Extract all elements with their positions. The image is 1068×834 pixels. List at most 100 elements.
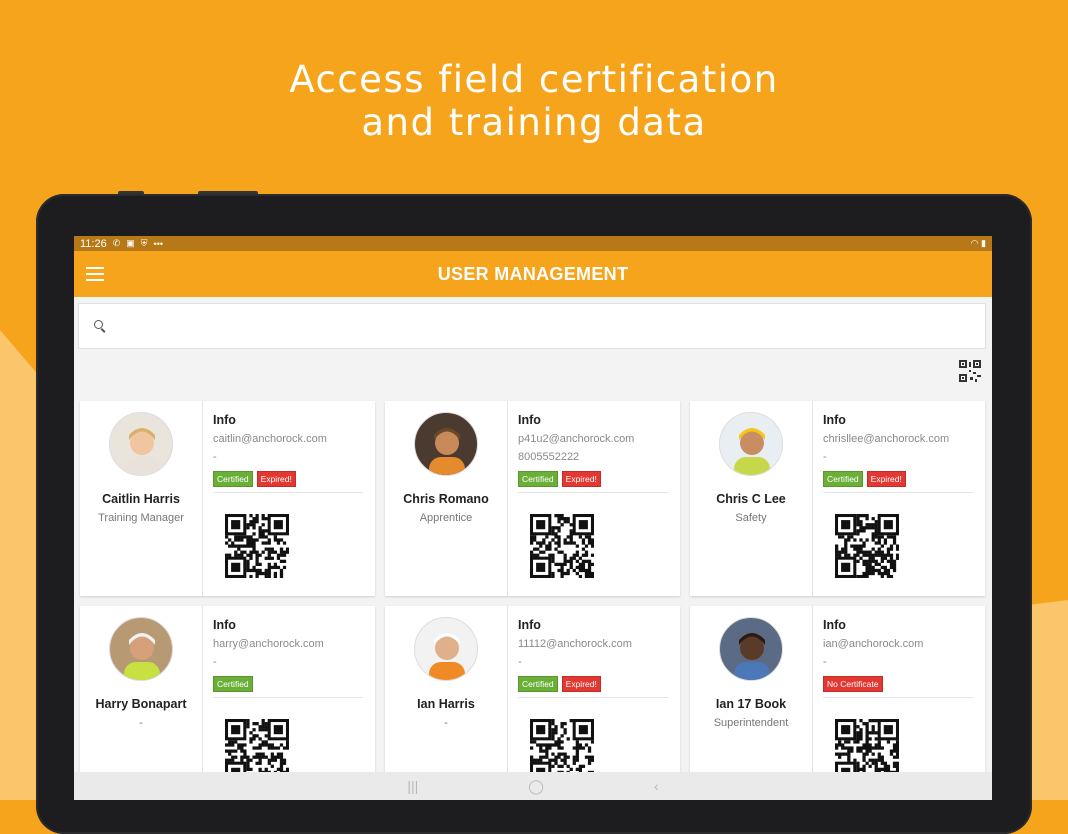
user-phone: 8005552222 [518,451,580,463]
user-phone: - [823,656,827,668]
user-phone: - [213,451,217,463]
user-email: caitlin@anchorock.com [213,433,327,445]
divider [213,492,363,493]
certification-badge: Certified [518,676,558,692]
divider [518,697,668,698]
wifi-calling-icon: ✆ [112,238,121,248]
user-card[interactable]: Ian Harris - Info 11112@anchorock.com - … [385,606,680,800]
badge-row: Certified Expired! [213,471,365,487]
avatar [109,617,173,681]
more-dots-icon: ••• [153,238,163,249]
user-role: - [444,717,448,729]
badge-row: Certified Expired! [518,471,670,487]
avatar [414,412,478,476]
qr-scan-icon[interactable] [959,360,981,382]
divider [823,492,973,493]
certification-badge: Certified [213,676,253,692]
user-role: Superintendent [713,717,789,729]
user-email: 11112@anchorock.com [518,638,632,650]
user-card[interactable]: Ian 17 Book Superintendent Info ian@anch… [690,606,985,800]
user-name: Chris C Lee [716,492,786,506]
user-card-profile: Harry Bonapart - [80,606,203,800]
user-card[interactable]: Caitlin Harris Training Manager Info cai… [80,401,375,596]
user-email: harry@anchorock.com [213,638,324,650]
user-card-profile: Chris Romano Apprentice [385,401,508,596]
info-heading: Info [518,618,541,632]
badge-row: Certified Expired! [518,676,670,692]
status-right: ◠ ▮ [971,238,986,249]
user-card-info: Info p41u2@anchorock.com 8005552222 Cert… [508,401,680,596]
user-card[interactable]: Harry Bonapart - Info harry@anchorock.co… [80,606,375,800]
app-screen: 11:26 ✆ ▣ ⛨ ••• ◠ ▮ USER MANAGEMENT Cait… [74,236,992,800]
avatar [109,412,173,476]
user-email: ian@anchorock.com [823,638,924,650]
search-input[interactable] [117,317,985,335]
user-card-info: Info caitlin@anchorock.com - Certified Ex… [203,401,375,596]
badge-row: Certified Expired! [823,471,975,487]
user-name: Harry Bonapart [95,697,187,711]
android-nav-bar: ||| ◯ ‹ [74,772,992,800]
battery-icon: ▮ [981,238,986,248]
user-role: Safety [735,512,767,524]
user-name: Ian Harris [417,697,475,711]
page-title: USER MANAGEMENT [437,263,629,284]
divider [823,697,973,698]
info-heading: Info [823,413,846,427]
user-name: Caitlin Harris [102,492,180,506]
certification-badge: Expired! [561,676,601,692]
user-role: - [139,717,143,729]
user-card-profile: Caitlin Harris Training Manager [80,401,203,596]
user-name: Chris Romano [403,492,489,506]
user-card[interactable]: Chris C Lee Safety Info chrisllee@anchor… [690,401,985,596]
shield-icon: ⛨ [140,238,148,248]
user-phone: - [823,451,827,463]
status-time: 11:26 [80,237,107,250]
info-heading: Info [823,618,846,632]
certification-badge: Expired! [561,471,601,487]
user-qr-code[interactable] [225,514,289,578]
user-card[interactable]: Chris Romano Apprentice Info p41u2@ancho… [385,401,680,596]
home-icon[interactable]: ◯ [528,778,544,795]
user-role: Apprentice [419,512,473,524]
certification-badge: No Certificate [823,676,883,692]
certification-badge: Certified [518,471,558,487]
user-role: Training Manager [98,512,184,524]
user-card-info: Info ian@anchorock.com - No Certificate [813,606,985,800]
headline-line-1: Access field certification [289,58,779,101]
user-phone: - [213,656,217,668]
user-card-info: Info harry@anchorock.com - Certified [203,606,375,800]
badge-row: Certified [213,676,365,692]
headline: Access field certification and training … [0,58,1068,144]
user-email: p41u2@anchorock.com [518,433,635,445]
user-card-profile: Ian 17 Book Superintendent [690,606,813,800]
user-qr-code[interactable] [530,514,594,578]
user-grid: Caitlin Harris Training Manager Info cai… [80,401,986,800]
user-phone: - [518,656,522,668]
certification-badge: Expired! [866,471,906,487]
info-heading: Info [213,618,236,632]
user-qr-code[interactable] [835,514,899,578]
avatar [719,617,783,681]
user-card-info: Info chrisllee@anchorock.com - Certified… [813,401,985,596]
user-card-profile: Ian Harris - [385,606,508,800]
image-icon: ▣ [126,238,135,248]
info-heading: Info [518,413,541,427]
certification-badge: Certified [213,471,253,487]
headline-line-2: and training data [361,101,707,144]
app-bar: USER MANAGEMENT [74,251,992,297]
info-heading: Info [213,413,236,427]
certification-badge: Certified [823,471,863,487]
user-card-profile: Chris C Lee Safety [690,401,813,596]
search-icon [93,319,107,333]
search-bar[interactable] [78,303,986,349]
divider [213,697,363,698]
user-card-info: Info 11112@anchorock.com - Certified Expi… [508,606,680,800]
divider [518,492,668,493]
recent-apps-icon[interactable]: ||| [407,778,418,794]
user-name: Ian 17 Book [715,697,787,711]
wifi-icon: ◠ [970,238,979,248]
status-bar: 11:26 ✆ ▣ ⛨ ••• ◠ ▮ [74,236,992,251]
user-email: chrisllee@anchorock.com [823,433,950,445]
certification-badge: Expired! [256,471,296,487]
back-icon[interactable]: ‹ [654,778,659,794]
